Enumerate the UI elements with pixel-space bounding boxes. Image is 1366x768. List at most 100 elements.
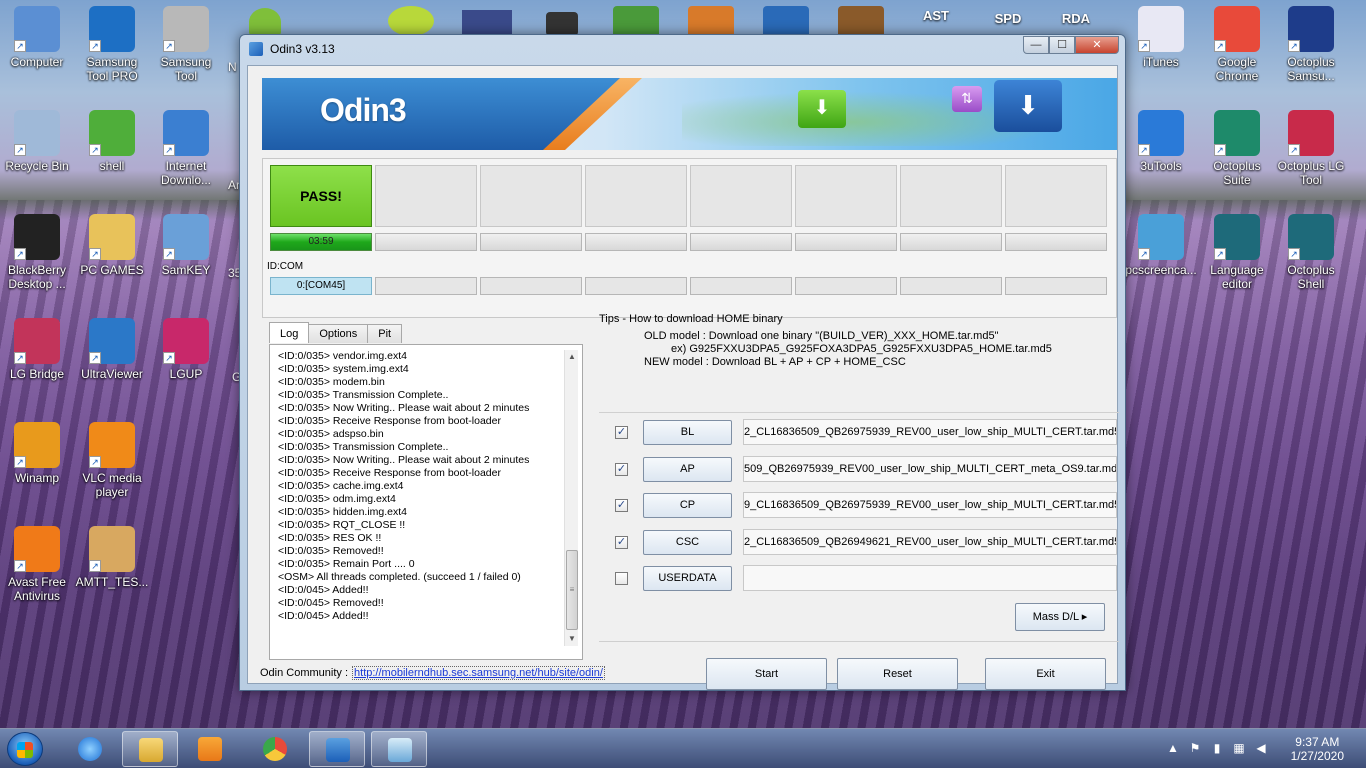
desktop-icon[interactable]: ↗ 3uTools (1124, 110, 1198, 173)
odin-banner: Odin3 ⬇ ⇅ ⬇ (262, 78, 1117, 150)
log-line: <OSM> All threads completed. (succeed 1 … (278, 571, 521, 583)
checkbox-cp[interactable]: ✓ (615, 499, 628, 512)
shortcut-arrow-icon: ↗ (1214, 144, 1226, 156)
csc-button[interactable]: CSC (643, 529, 732, 555)
desktop-icon-label: Google Chrome (1215, 55, 1259, 83)
desktop-icon[interactable]: ↗ UltraViewer (75, 318, 149, 381)
shortcut-arrow-icon: ↗ (89, 560, 101, 572)
checkbox-userdata[interactable] (615, 572, 628, 585)
desktop-icon[interactable]: ↗ Google Chrome (1200, 6, 1274, 83)
file-row-ap: ✓ AP 509_QB26975939_REV00_user_low_ship_MU… (607, 455, 1119, 484)
app-icon[interactable] (388, 6, 434, 36)
slot-status (900, 165, 1002, 227)
close-button[interactable]: ✕ (1075, 36, 1119, 54)
start-button[interactable]: Start (706, 658, 827, 690)
desktop-icon[interactable]: ↗ Samsung Tool PRO (75, 6, 149, 83)
odin-community: Odin Community : http://mobilerndhub.sec.… (260, 666, 605, 680)
scroll-thumb[interactable]: ≡ (566, 550, 578, 630)
community-link[interactable]: http://mobilerndhub.sec.samsung.net/hub/… (352, 666, 605, 680)
odin-window[interactable]: Odin3 v3.13 — ☐ ✕ Odin3 ⬇ ⇅ ⬇ PASS! 03:5… (239, 34, 1126, 691)
title-bar[interactable]: Odin3 v3.13 — ☐ ✕ (240, 35, 1125, 63)
desktop-icon[interactable]: ↗ Octoplus LG Tool (1274, 110, 1348, 187)
desktop-icon[interactable]: ↗ Recycle Bin (0, 110, 74, 173)
app-icon[interactable] (462, 10, 512, 34)
scroll-up-icon[interactable]: ▲ (565, 350, 579, 364)
desktop-icon[interactable]: ↗ shell (75, 110, 149, 173)
desktop-icon[interactable]: ↗ LG Bridge (0, 318, 74, 381)
desktop-icon[interactable]: ↗ Octoplus Shell (1274, 214, 1348, 291)
checkbox-ap[interactable]: ✓ (615, 462, 628, 476)
taskbar-media[interactable] (182, 731, 238, 767)
system-tray: ▲ ⚑ ▮ ▦ ◀ 9:37 AM 1/27/2020 (1146, 729, 1366, 768)
tab-options[interactable]: Options (308, 324, 369, 343)
exit-button[interactable]: Exit (985, 658, 1106, 690)
mass-dl-button[interactable]: Mass D/L ▸ (1015, 603, 1105, 631)
desktop-icon-label: LGUP (169, 367, 203, 381)
log-scrollbar[interactable]: ▲ ≡ ▼ (564, 350, 578, 646)
desktop-icon[interactable]: ↗ BlackBerry Desktop ... (0, 214, 74, 291)
ap-button[interactable]: AP (643, 456, 732, 482)
action-center-icon[interactable]: ⚑ (1188, 741, 1202, 755)
android-icon[interactable] (249, 8, 281, 36)
taskbar-odin[interactable] (309, 731, 365, 767)
minimize-button[interactable]: — (1023, 36, 1049, 54)
taskbar-explorer[interactable] (122, 731, 178, 767)
volume-icon[interactable]: ◀ (1254, 741, 1268, 755)
app-icon: ↗ (89, 526, 135, 572)
tab-log[interactable]: Log (269, 322, 310, 343)
network-icon[interactable]: ▦ (1232, 741, 1246, 755)
app-icon: ↗ (14, 110, 60, 156)
clock[interactable]: 9:37 AM 1/27/2020 (1291, 735, 1344, 763)
desktop-icon[interactable]: ↗ VLC media player (75, 422, 149, 499)
taskbar-ie[interactable] (62, 731, 118, 767)
scroll-down-icon[interactable]: ▼ (565, 632, 579, 646)
battery-icon[interactable]: ▮ (1210, 741, 1224, 755)
taskbar-chrome[interactable] (247, 731, 303, 767)
desktop-icon[interactable]: ↗ iTunes (1124, 6, 1198, 69)
desktop-icon-label: pcscreenca... (1125, 263, 1197, 277)
bl-button[interactable]: BL (643, 420, 732, 445)
desktop-icon-label: shell (99, 159, 125, 173)
desktop-icon[interactable]: ↗ Octoplus Samsu... (1274, 6, 1348, 83)
checkbox-csc[interactable]: ✓ (615, 535, 628, 549)
desktop-icon[interactable]: ↗ Octoplus Suite (1200, 110, 1274, 187)
desktop-icon[interactable]: ↗ PC GAMES (75, 214, 149, 277)
log-line: <ID:0/035> Remain Port .... 0 (278, 558, 415, 570)
maximize-button[interactable]: ☐ (1049, 36, 1075, 54)
desktop-icon[interactable]: ↗ Internet Downlo... (149, 110, 223, 187)
cp-file-path[interactable]: 9_CL16836509_QB26975939_REV00_user_low_s… (743, 492, 1117, 518)
odin-icon (326, 738, 350, 762)
log-line: <ID:0/035> Receive Response from boot-lo… (278, 415, 501, 427)
blackberry-icon[interactable] (546, 12, 578, 36)
slot-status (795, 165, 897, 227)
reset-button[interactable]: Reset (837, 658, 958, 690)
desktop-icon-label: Language editor (1210, 263, 1264, 291)
start-button-windows[interactable] (7, 732, 43, 766)
desktop-icon[interactable]: ↗ LGUP (149, 318, 223, 381)
ap-file-path[interactable]: 509_QB26975939_REV00_user_low_ship_MULTI… (743, 455, 1117, 482)
userdata-file-path[interactable] (743, 565, 1117, 591)
desktop-icon[interactable]: ↗ SamKEY (149, 214, 223, 277)
desktop-icon-label: SamKEY (161, 263, 211, 277)
desktop-icon[interactable]: ↗ AMTT_TES... (75, 526, 149, 589)
log-panel[interactable]: <ID:0/035> vendor.img.ext4 <ID:0/035> sys… (269, 344, 583, 660)
bl-file-path[interactable]: 2_CL16836509_QB26975939_REV00_user_low_s… (743, 419, 1117, 445)
desktop-icon[interactable]: ↗ Computer (0, 6, 74, 69)
desktop-icon[interactable]: ↗ Samsung Tool (149, 6, 223, 83)
tab-pit[interactable]: Pit (367, 324, 403, 343)
csc-file-path[interactable]: 2_CL16836509_QB26949621_REV00_user_low_s… (743, 528, 1117, 555)
app-icon: ↗ (1288, 110, 1334, 156)
device-slots-panel: PASS! 03:59 ID:COM 0:[COM45] (262, 158, 1117, 318)
show-hidden-icons-icon[interactable]: ▲ (1166, 741, 1180, 755)
desktop-icon[interactable]: ↗ Language editor (1200, 214, 1274, 291)
cp-button[interactable]: CP (643, 493, 732, 518)
slot-com-port (900, 277, 1002, 295)
desktop-icon[interactable]: ↗ Avast Free Antivirus (0, 526, 74, 603)
checkbox-bl[interactable]: ✓ (615, 426, 628, 439)
taskbar-screencast[interactable] (371, 731, 427, 767)
desktop-icon[interactable]: ↗ pcscreenca... (1124, 214, 1198, 277)
shortcut-arrow-icon: ↗ (1138, 144, 1150, 156)
tips-new-model: NEW model : Download BL + AP + CP + HOME… (644, 356, 906, 368)
userdata-button[interactable]: USERDATA (643, 566, 732, 591)
desktop-icon[interactable]: ↗ Winamp (0, 422, 74, 485)
